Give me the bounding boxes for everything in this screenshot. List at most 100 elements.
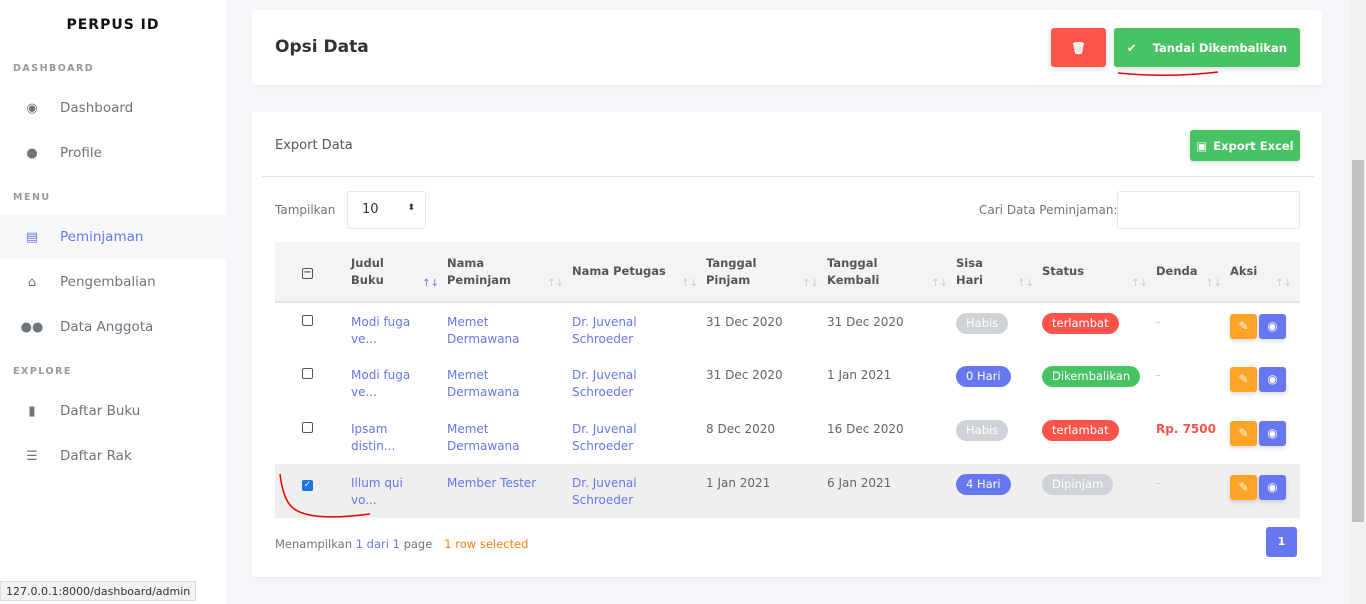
borrower-link[interactable]: Memet Dermawana [447,314,537,348]
show-label: Tampilkan [275,203,336,217]
row-checkbox[interactable] [302,422,313,433]
page-title: Opsi Data [275,37,369,57]
sort-icon[interactable]: ↑↓ [1017,275,1034,292]
select-arrows-icon: ⬍ [407,203,415,213]
return-date: 16 Dec 2020 [827,422,904,436]
selected-count: 1 row selected [444,537,529,551]
eye-icon: ◉ [1267,426,1278,440]
remaining-days-badge: 4 Hari [956,474,1011,495]
fine-amount: - [1156,368,1161,382]
header-judul[interactable]: Judul Buku ↑↓ [351,242,447,303]
header-denda[interactable]: Denda ↑↓ [1156,242,1230,303]
export-excel-label: Export Excel [1213,138,1294,153]
remaining-days-badge: 0 Hari [956,366,1011,387]
eye-icon: ◉ [1267,372,1278,386]
status-badge: Dikembalikan [1042,366,1141,387]
annotation-curve [279,473,371,518]
sort-icon[interactable]: ↑↓ [422,275,439,292]
brand-logo[interactable]: PERPUS ID [0,17,226,33]
select-all-checkbox[interactable]: − [302,268,313,279]
view-button[interactable]: ◉ [1259,367,1286,392]
sort-icon[interactable]: ↑↓ [802,275,819,292]
table-row[interactable]: ✓ Illum qui vo... Member Tester Dr. Juve… [275,464,1300,518]
header-status[interactable]: Status ↑↓ [1042,242,1156,303]
edit-button[interactable]: ✎ [1230,367,1257,392]
eye-icon: ◉ [1267,480,1278,494]
row-checkbox[interactable] [302,315,313,326]
borrow-date: 31 Dec 2020 [706,315,783,329]
header-petugas[interactable]: Nama Petugas ↑↓ [572,242,706,303]
row-checkbox[interactable] [302,368,313,379]
status-badge: terlambat [1042,313,1119,334]
table-row[interactable]: Modi fuga ve... Memet Dermawana Dr. Juve… [275,356,1300,410]
sidebar-item-label: Daftar Buku [60,403,141,419]
table-row[interactable]: Modi fuga ve... Memet Dermawana Dr. Juve… [275,302,1300,356]
scrollbar-thumb[interactable] [1352,160,1364,522]
book-icon: ▮ [28,403,36,419]
eye-icon: ◉ [1267,319,1278,333]
table-info: Menampilkan 1 dari 1 page 1 row selected [275,537,529,551]
borrower-link[interactable]: Memet Dermawana [447,421,537,455]
borrow-date: 1 Jan 2021 [706,464,827,518]
mark-returned-button[interactable]: ✔ Tandai Dikembalikan [1114,28,1300,67]
fine-amount: - [1156,315,1161,329]
header-kembali[interactable]: Tanggal Kembali ↑↓ [827,242,956,303]
sort-icon[interactable]: ↑↓ [1131,275,1148,292]
remaining-days-badge: Habis [956,313,1009,334]
status-bar-url: 127.0.0.1:8000/dashboard/admin [0,581,197,601]
header-peminjam[interactable]: Nama Peminjam ↑↓ [447,242,572,303]
divider [262,176,1314,177]
scrollbar[interactable] [1350,0,1366,604]
book-title-link[interactable]: Modi fuga ve... [351,314,429,348]
edit-icon: ✎ [1238,372,1249,386]
sidebar-item-daftar-rak[interactable]: ☰ Daftar Rak [0,434,226,478]
view-button[interactable]: ◉ [1259,314,1286,339]
sidebar-item-pengembalian[interactable]: ⌂ Pengembalian [0,260,226,304]
mark-returned-label: Tandai Dikembalikan [1152,40,1287,55]
sidebar-item-profile[interactable]: ● Profile [0,131,226,175]
sort-icon[interactable]: ↑↓ [1275,275,1292,292]
delete-button[interactable]: 🗑 [1051,28,1106,67]
export-excel-button[interactable]: ▣ Export Excel [1190,130,1300,161]
sidebar-item-label: Pengembalian [60,274,156,290]
edit-button[interactable]: ✎ [1230,314,1257,339]
sort-icon[interactable]: ↑↓ [1205,275,1222,292]
page-button-1[interactable]: 1 [1266,527,1297,557]
view-button[interactable]: ◉ [1259,475,1286,500]
sidebar-item-label: Peminjaman [60,229,144,245]
table-row[interactable]: Ipsam distin... Memet Dermawana Dr. Juve… [275,410,1300,464]
export-title: Export Data [275,138,353,153]
select-all-header[interactable]: − [275,242,351,303]
sidebar: PERPUS ID DASHBOARD ◉ Dashboard ● Profile … [0,0,226,604]
sort-icon[interactable]: ↑↓ [931,275,948,292]
users-icon: ●● [20,319,44,335]
header-sisa[interactable]: Sisa Hari ↑↓ [956,242,1042,303]
sidebar-item-daftar-buku[interactable]: ▮ Daftar Buku [0,389,226,433]
search-label: Cari Data Peminjaman: [979,203,1118,217]
search-input[interactable] [1117,191,1300,229]
view-button[interactable]: ◉ [1259,421,1286,446]
book-title-link[interactable]: Modi fuga ve... [351,367,429,401]
sort-icon[interactable]: ↑↓ [547,275,564,292]
header-pinjam[interactable]: Tanggal Pinjam ↑↓ [706,242,827,303]
sidebar-item-peminjaman[interactable]: ▤ Peminjaman [0,215,226,259]
sort-icon[interactable]: ↑↓ [681,275,698,292]
edit-button[interactable]: ✎ [1230,475,1257,500]
page-size-select[interactable]: 10 ⬍ [347,191,426,229]
book-title-link[interactable]: Ipsam distin... [351,421,429,455]
borrower-link[interactable]: Member Tester [447,475,537,492]
sidebar-item-data-anggota[interactable]: ●● Data Anggota [0,305,226,349]
fine-amount: - [1156,464,1230,518]
officer-link[interactable]: Dr. Juvenal Schroeder [572,367,652,401]
officer-link[interactable]: Dr. Juvenal Schroeder [572,421,652,455]
sidebar-item-dashboard[interactable]: ◉ Dashboard [0,86,226,130]
officer-link[interactable]: Dr. Juvenal Schroeder [572,475,652,509]
compass-icon: ◉ [26,100,38,116]
borrower-link[interactable]: Memet Dermawana [447,367,537,401]
officer-link[interactable]: Dr. Juvenal Schroeder [572,314,652,348]
header-aksi[interactable]: Aksi ↑↓ [1230,242,1300,303]
return-date: 6 Jan 2021 [827,464,956,518]
fine-amount: Rp. 7500 [1156,422,1216,436]
edit-icon: ✎ [1238,426,1249,440]
edit-button[interactable]: ✎ [1230,421,1257,446]
